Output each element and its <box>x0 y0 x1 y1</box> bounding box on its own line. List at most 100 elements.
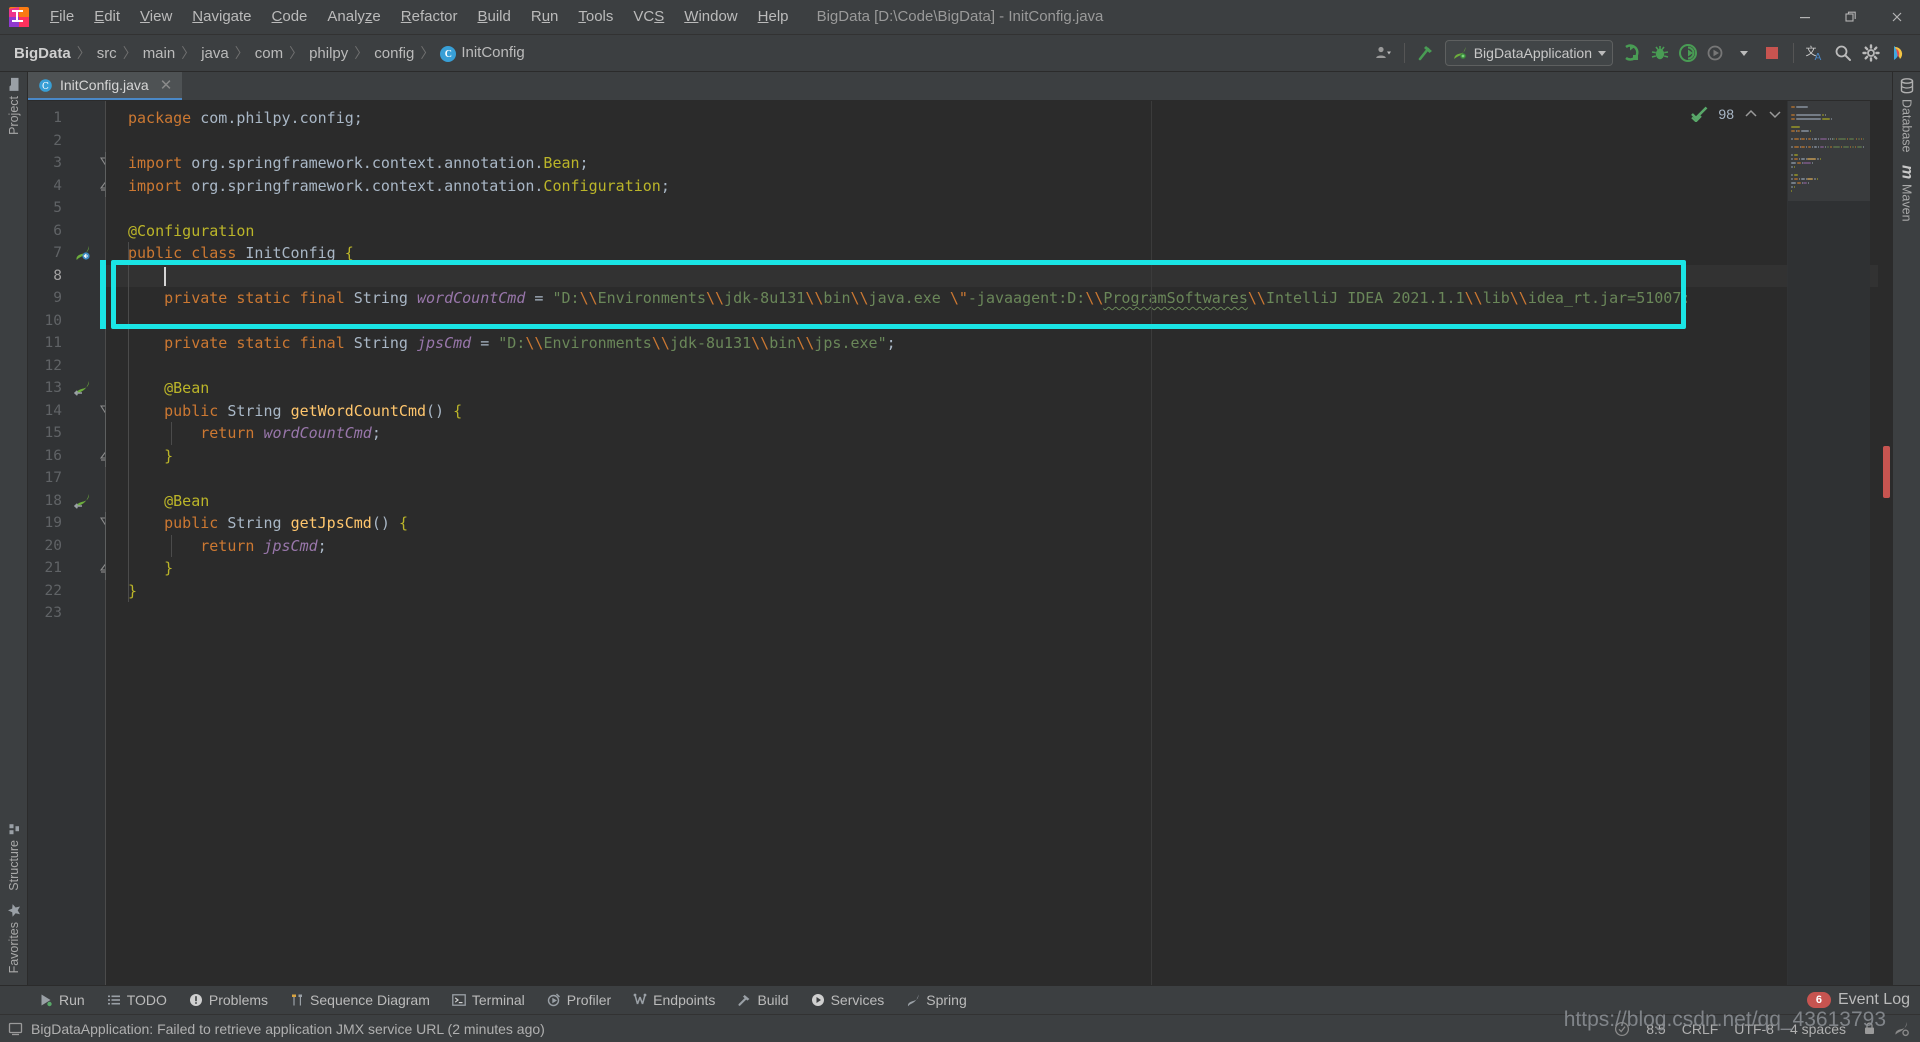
menu-item-vcs[interactable]: VCS <box>623 5 674 29</box>
settings-gear-icon[interactable] <box>1858 40 1884 66</box>
menu-item-run[interactable]: Run <box>521 5 569 29</box>
breadcrumb-item-main[interactable]: main <box>139 43 180 64</box>
spring-status-icon[interactable] <box>1893 1020 1910 1037</box>
bottom-tool-label: Terminal <box>471 992 525 1008</box>
menu-item-navigate[interactable]: Navigate <box>182 5 261 29</box>
sidebar-item-maven[interactable]: m Maven <box>1896 159 1918 228</box>
maximize-button[interactable] <box>1828 0 1874 34</box>
code-minimap[interactable] <box>1787 101 1870 985</box>
code-line: @Bean <box>106 377 1892 400</box>
profile-icon[interactable] <box>1703 40 1729 66</box>
bottom-tool-problems[interactable]: Problems <box>180 989 277 1011</box>
code-line: } <box>106 580 1892 603</box>
breadcrumb-item-config[interactable]: config <box>370 43 418 64</box>
code-token: jdk-8u131 <box>669 334 752 352</box>
code-token: "D: <box>498 334 526 352</box>
java-class-icon: C <box>440 46 457 63</box>
read-only-lock-icon[interactable] <box>1862 1021 1877 1036</box>
tab-initconfig-java[interactable]: C InitConfig.java ✕ <box>28 72 183 100</box>
indent-setting[interactable]: 4 spaces <box>1790 1021 1846 1037</box>
inspection-profile-icon[interactable] <box>1614 1021 1630 1037</box>
line-number: 23 <box>44 605 62 621</box>
build-hammer-icon[interactable] <box>1413 40 1439 66</box>
bottom-tool-sequence-diagram[interactable]: Sequence Diagram <box>281 989 439 1011</box>
file-encoding[interactable]: UTF-8 <box>1734 1021 1774 1037</box>
caret-position[interactable]: 8:5 <box>1646 1021 1665 1037</box>
editor-scrollbar[interactable] <box>1878 101 1892 985</box>
breadcrumb-item-src[interactable]: src <box>93 43 121 64</box>
editor-tabs: C InitConfig.java ✕ <box>28 72 1892 101</box>
bottom-tool-todo[interactable]: TODO <box>98 989 176 1011</box>
line-separator[interactable]: CRLF <box>1682 1021 1719 1037</box>
code-token: idea_rt.jar=51007: <box>1527 289 1691 307</box>
menu-item-window[interactable]: Window <box>674 5 747 29</box>
menu-item-help[interactable]: Help <box>748 5 799 29</box>
line-number: 22 <box>44 582 62 599</box>
minimize-button[interactable] <box>1782 0 1828 34</box>
minimap-viewport[interactable] <box>1788 101 1870 201</box>
chevron-up-icon[interactable] <box>1744 107 1758 121</box>
close-icon[interactable]: ✕ <box>160 76 173 94</box>
event-log-label[interactable]: Event Log <box>1838 991 1910 1009</box>
code-token: final <box>299 334 345 352</box>
code-token: private <box>164 289 228 307</box>
menu-item-view[interactable]: View <box>130 5 182 29</box>
user-avatar-icon[interactable] <box>1370 40 1396 66</box>
sidebar-item-project[interactable]: Project <box>5 72 23 141</box>
menu-item-analyze[interactable]: Analyze <box>317 5 390 29</box>
breadcrumb-separator-icon: 〉 <box>234 45 249 61</box>
sidebar-item-database[interactable]: Database <box>1898 72 1916 159</box>
bottom-tool-build[interactable]: Build <box>728 989 797 1011</box>
ide-features-icon[interactable] <box>1886 40 1912 66</box>
spring-bean-arrow-icon[interactable] <box>74 492 92 510</box>
line-number: 20 <box>44 537 62 554</box>
status-bar: BigDataApplication: Failed to retrieve a… <box>0 1014 1920 1042</box>
breadcrumb-item-philpy[interactable]: philpy <box>305 43 352 64</box>
bottom-tool-services[interactable]: Services <box>802 989 894 1011</box>
bottom-tool-endpoints[interactable]: Endpoints <box>624 989 724 1011</box>
menu-item-code[interactable]: Code <box>262 5 318 29</box>
debug-icon[interactable] <box>1647 40 1673 66</box>
svg-text:C: C <box>42 82 49 92</box>
menu-item-file[interactable]: File <box>40 5 84 29</box>
run-icon[interactable] <box>1619 40 1645 66</box>
code-text-area[interactable]: package com.philpy.config; import org.spr… <box>106 101 1892 985</box>
run-with-coverage-icon[interactable] <box>1675 40 1701 66</box>
breadcrumb-item-java[interactable]: java <box>197 43 233 64</box>
close-button[interactable] <box>1874 0 1920 34</box>
menu-item-tools[interactable]: Tools <box>568 5 623 29</box>
right-tool-window-bar: Database m Maven <box>1892 72 1920 985</box>
spring-bean-icon[interactable] <box>74 244 92 262</box>
menu-item-build[interactable]: Build <box>467 5 520 29</box>
status-message-area[interactable]: BigDataApplication: Failed to retrieve a… <box>8 1021 545 1037</box>
bottom-tool-terminal[interactable]: Terminal <box>443 989 534 1011</box>
breadcrumb-item-bigdata[interactable]: BigData <box>10 43 75 64</box>
breadcrumb-item-com[interactable]: com <box>251 43 287 64</box>
scrollbar-error-mark[interactable] <box>1883 446 1890 498</box>
bottom-tool-profiler[interactable]: Profiler <box>538 989 620 1011</box>
editor-gutter[interactable]: 1 2 3 4 5 6 7 8 9 10 11 12 13 14 15 16 17 18 19 20 21 22 23 <box>28 101 111 985</box>
profile-dropdown-icon[interactable] <box>1731 40 1757 66</box>
run-configuration-selector[interactable]: BigDataApplication <box>1444 40 1613 66</box>
todo-list-icon <box>107 993 121 1007</box>
search-everywhere-icon[interactable] <box>1830 40 1856 66</box>
stop-icon[interactable] <box>1759 40 1785 66</box>
sidebar-item-structure[interactable]: Structure <box>5 816 23 897</box>
bottom-tool-run[interactable]: Run <box>30 989 94 1011</box>
sidebar-item-favorites[interactable]: Favorites <box>5 897 23 979</box>
bottom-tool-spring[interactable]: Spring <box>897 989 975 1011</box>
bottom-tool-label: Run <box>59 992 85 1008</box>
translate-icon[interactable]: 文 A <box>1802 40 1828 66</box>
spring-bean-arrow-icon[interactable] <box>74 379 92 397</box>
svg-text:A: A <box>1815 52 1822 63</box>
menu-item-edit[interactable]: Edit <box>84 5 130 29</box>
chevron-down-icon[interactable] <box>1768 107 1782 121</box>
inspection-widget[interactable]: 98 <box>1691 105 1782 122</box>
code-line: return jpsCmd; <box>106 535 1892 558</box>
menu-item-refactor[interactable]: Refactor <box>391 5 468 29</box>
code-line: package com.philpy.config; <box>106 107 1892 130</box>
breadcrumb-item-initconfig[interactable]: C InitConfig <box>436 42 528 65</box>
